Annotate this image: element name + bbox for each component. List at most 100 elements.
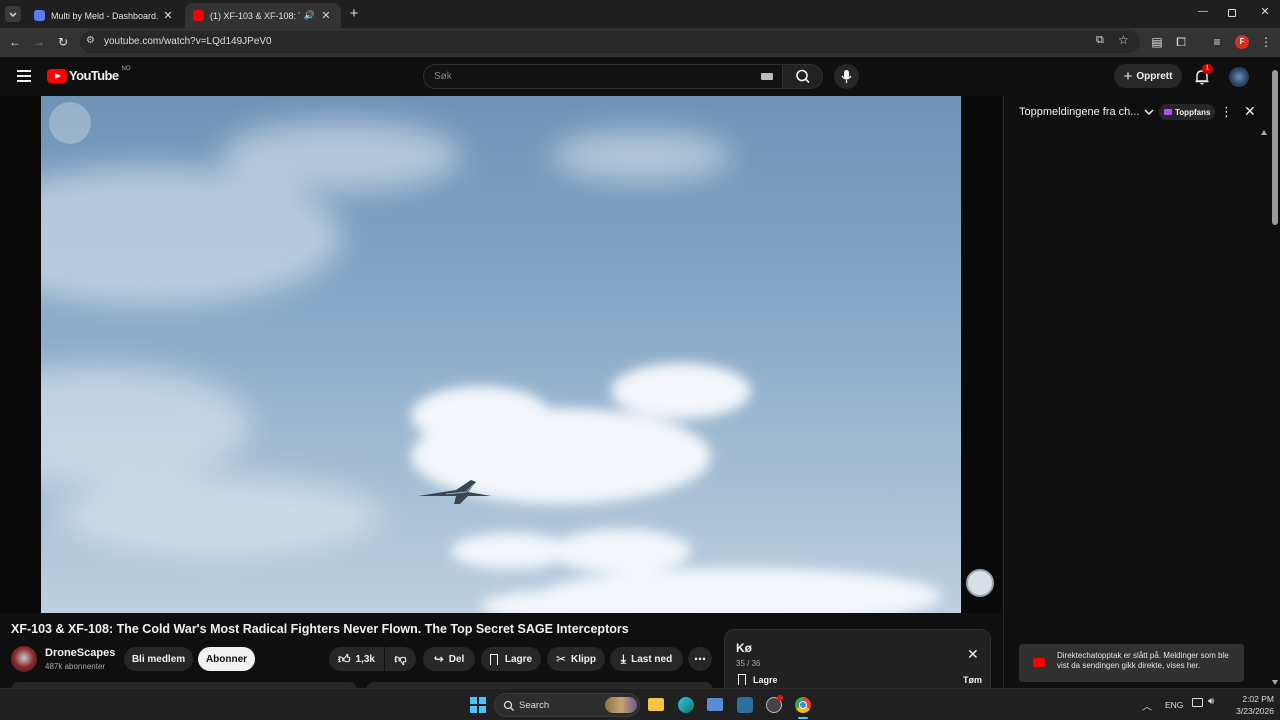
extension-icon[interactable]: ▤ (1149, 34, 1165, 50)
search-icon (796, 69, 810, 84)
chrome-browser-icon[interactable] (795, 697, 811, 713)
restore-icon[interactable] (1228, 9, 1236, 17)
more-horizontal-icon: ⋯ (694, 652, 706, 666)
download-label: Last ned (631, 653, 673, 665)
channel-avatar[interactable] (11, 646, 37, 672)
bookmark-icon (489, 653, 498, 665)
search-icon (503, 700, 514, 711)
close-icon[interactable]: ✕ (161, 9, 175, 22)
active-app-indicator (798, 717, 808, 719)
video-player[interactable] (0, 96, 1002, 613)
queue-position: 35 / 36 (736, 659, 761, 668)
search-button[interactable] (782, 64, 823, 89)
snipping-tool-icon[interactable] (737, 697, 753, 713)
clock-time[interactable]: 2:02 PM (1232, 694, 1274, 704)
close-queue-icon[interactable]: ✕ (967, 646, 979, 663)
download-button[interactable]: ⤓ Last ned (610, 647, 683, 671)
tab-title: Multi by Meld - Dashboard. (51, 10, 159, 21)
chat-mode-title[interactable]: Toppmeldingene fra ch... (1019, 106, 1139, 118)
more-options-icon[interactable]: ⋮ (1220, 104, 1233, 120)
keyboard-icon[interactable] (761, 73, 773, 80)
tray-overflow-icon[interactable]: ︿ (1142, 698, 1152, 713)
queue-save-button[interactable]: Lagre (738, 674, 778, 685)
clock-date[interactable]: 3/23/2026 (1226, 706, 1274, 716)
subscribe-button[interactable]: Abonner (198, 647, 255, 671)
share-label: Del (448, 653, 465, 665)
hamburger-menu-icon[interactable] (17, 70, 31, 82)
join-button[interactable]: Bli medlem (124, 647, 193, 671)
queue-clear-button[interactable]: Tøm (963, 675, 982, 685)
chevron-down-icon[interactable] (1143, 106, 1155, 118)
speaker-icon[interactable]: 🔊 (304, 10, 315, 21)
voice-search-button[interactable] (834, 64, 859, 89)
plus-icon: + (1123, 67, 1133, 85)
address-bar[interactable]: ⚙ youtube.com/watch?v=LQd149JPeV0 ⧉ ☆ (80, 31, 1140, 53)
tab-dashboard[interactable]: Multi by Meld - Dashboard. ✕ (26, 3, 183, 28)
file-explorer-icon[interactable] (648, 698, 664, 711)
thumbs-down-icon: 👎︎ (394, 651, 407, 666)
video-title: XF-103 & XF-108: The Cold War's Most Rad… (11, 622, 629, 636)
profile-avatar[interactable]: F (1235, 35, 1249, 49)
youtube-play-icon (47, 68, 67, 83)
microphone-icon (841, 70, 852, 83)
media-control-icon[interactable]: ≡ (1209, 34, 1225, 50)
dislike-button[interactable]: 👎︎ (385, 647, 416, 671)
share-button[interactable]: ↪ Del (423, 647, 475, 671)
back-icon[interactable]: ← (7, 34, 23, 50)
browser-toolbar: ← → ↻ ⚙ youtube.com/watch?v=LQd149JPeV0 … (0, 28, 1280, 57)
chat-header: Toppmeldingene fra ch... Toppfans ⋮ ✕ (1004, 96, 1270, 128)
region-code: NO (121, 65, 131, 72)
chevron-down-icon (9, 12, 17, 17)
save-button[interactable]: Lagre (481, 647, 541, 671)
close-window-icon[interactable]: ✕ (1258, 5, 1272, 19)
network-icon[interactable] (1192, 698, 1203, 707)
share-icon: ↪ (433, 652, 444, 666)
start-windows-icon[interactable] (470, 697, 486, 713)
bookmark-star-icon[interactable]: ☆ (1118, 33, 1129, 47)
search-placeholder: Søk (434, 71, 452, 82)
puzzle-icon[interactable]: ⧠ (1173, 34, 1189, 50)
bookmark-icon (738, 674, 746, 685)
channel-name[interactable]: DroneScapes (45, 647, 115, 659)
branding-watermark-icon[interactable] (966, 569, 994, 597)
notifications-button[interactable]: 1 (1192, 64, 1213, 87)
install-app-icon[interactable]: ⧉ (1096, 34, 1104, 47)
youtube-play-icon (1033, 658, 1045, 667)
scrollbar-thumb[interactable] (1272, 70, 1278, 225)
forward-icon[interactable]: → (31, 34, 47, 50)
new-tab-button[interactable]: + (346, 6, 362, 22)
taskbar-search-label: Search (519, 700, 550, 711)
page-scrollbar[interactable] (1270, 60, 1280, 688)
meld-favicon-icon (34, 10, 45, 21)
input-language[interactable]: ENG (1165, 700, 1183, 710)
volume-icon[interactable]: 🔊︎ (1208, 696, 1214, 707)
like-button[interactable]: 👍︎ 1,3k (329, 647, 384, 671)
tab-search-button[interactable] (5, 6, 21, 22)
topfans-badge[interactable]: Toppfans (1159, 104, 1216, 120)
close-chat-icon[interactable]: ✕ (1244, 103, 1256, 120)
subscriber-count: 487k abonnenter (45, 662, 106, 671)
close-icon[interactable]: ✕ (319, 9, 333, 22)
account-avatar[interactable] (1229, 67, 1249, 87)
queue-title: Kø (736, 641, 752, 655)
url-text[interactable]: youtube.com/watch?v=LQd149JPeV0 (104, 36, 272, 47)
chat-notice: Direktechatopptak er slått på. Meldinger… (1019, 644, 1244, 682)
scroll-down-icon[interactable] (1272, 680, 1278, 685)
taskbar-search-box[interactable]: Search (494, 693, 640, 717)
more-actions-button[interactable]: ⋯ (688, 647, 712, 671)
search-highlight-image (605, 697, 637, 713)
youtube-logo[interactable]: YouTube NO (47, 65, 131, 83)
chat-inner-scroll-up-icon[interactable] (1261, 130, 1267, 135)
app-notification-dot (777, 695, 783, 701)
menu-dots-icon[interactable]: ⋮ (1258, 34, 1274, 50)
clip-button[interactable]: ✂ Klipp (547, 647, 605, 671)
reload-icon[interactable]: ↻ (55, 34, 71, 50)
site-info-icon[interactable]: ⚙ (86, 35, 95, 46)
app-window-icon[interactable] (707, 698, 723, 711)
tab-youtube-video[interactable]: (1) XF-103 & XF-108: The C 🔊 ✕ (185, 3, 341, 28)
edge-browser-icon[interactable] (678, 697, 694, 713)
video-frame[interactable] (41, 96, 961, 613)
minimize-icon[interactable]: — (1196, 6, 1210, 20)
search-input[interactable]: Søk (423, 64, 783, 89)
create-button[interactable]: + Opprett (1114, 64, 1182, 88)
